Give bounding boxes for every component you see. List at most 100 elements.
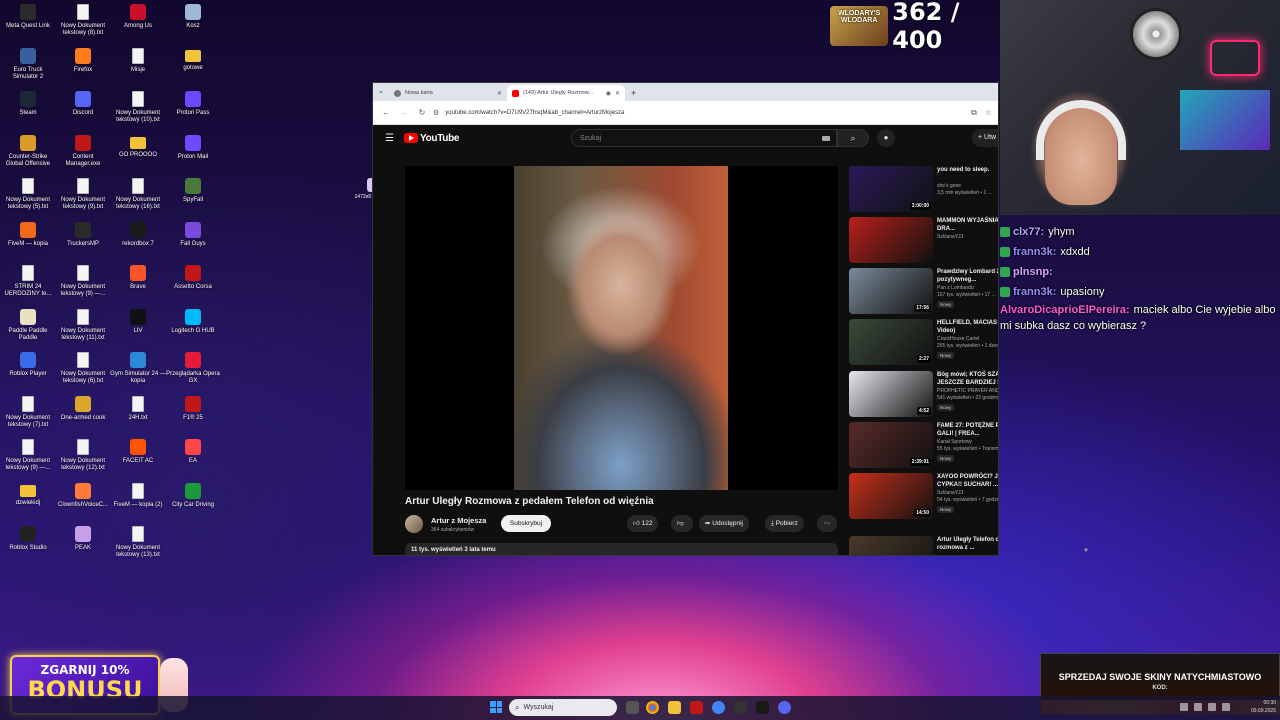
desktop-icon[interactable]: Paddle Paddle Paddle bbox=[0, 308, 56, 342]
desktop-icon[interactable]: Content Manager.exe bbox=[55, 134, 111, 168]
download-button[interactable]: ⤓ Pobierz bbox=[765, 515, 804, 532]
recommended-title[interactable]: Prawdziwy Lombard 285 "Nic pozytywneg... bbox=[937, 269, 998, 284]
video-thumbnail[interactable] bbox=[849, 217, 933, 263]
recommended-channel[interactable]: Kanał Sportowy bbox=[937, 439, 998, 446]
desktop-icon[interactable]: City Car Driving bbox=[165, 482, 221, 509]
subscribe-button[interactable]: Subskrybuj bbox=[501, 515, 551, 532]
close-icon[interactable]: ✕ bbox=[615, 90, 620, 97]
desktop-icon[interactable]: Nowy Dokument tekstowy (8).txt bbox=[55, 4, 111, 37]
recommended-title[interactable]: you need to sleep. bbox=[937, 167, 998, 175]
recommended-video[interactable]: 4:52 Bóg mówi; KTOŚ SZANUJE CIĘ JESZCZE B… bbox=[849, 371, 998, 419]
video-thumbnail[interactable]: 14:50 bbox=[849, 473, 933, 519]
desktop-icon[interactable]: FACEIT AC bbox=[110, 439, 166, 465]
recommended-title[interactable]: HELLFIELD, MACIAS RMX (Official Video) bbox=[937, 320, 998, 335]
desktop-icon[interactable]: Logitech G HUB bbox=[165, 308, 221, 335]
like-button[interactable]: 👍︎ 122 bbox=[627, 515, 659, 532]
recommended-title[interactable]: Bóg mówi; KTOŚ SZANUJE CIĘ JESZCZE BARDZ… bbox=[937, 372, 998, 387]
bookmark-star-icon[interactable]: ☆ bbox=[985, 108, 992, 118]
desktop-icon[interactable]: Nowy Dokument tekstowy (6).txt bbox=[55, 352, 111, 385]
desktop-icon[interactable]: GO PROOOO bbox=[110, 135, 166, 159]
desktop-icon[interactable]: Nowy Dokument tekstowy (5).txt bbox=[0, 178, 56, 211]
obs-icon[interactable] bbox=[756, 701, 769, 714]
recommended-title[interactable]: FAME 27: POTĘŻNE PODSUMOWANIE GALI! | FR… bbox=[937, 423, 998, 438]
url-field[interactable]: youtube.com/watch?v=D7U9V27hsqM&ab_chann… bbox=[445, 110, 624, 116]
video-thumbnail[interactable]: 2:27 bbox=[849, 319, 933, 365]
desktop-icon[interactable]: dzwiekidj bbox=[0, 483, 56, 507]
voice-search-button[interactable]: ● bbox=[877, 129, 895, 147]
recommended-channel[interactable]: PROPHETIC PRAYER AND COUNSELING ... bbox=[937, 388, 998, 395]
desktop-icon[interactable]: Steam bbox=[0, 91, 56, 117]
desktop-icon[interactable]: Kosz bbox=[165, 4, 221, 30]
desktop-icon[interactable]: rekordbox 7 bbox=[110, 221, 166, 248]
desktop-icon[interactable]: Assetto Corsa bbox=[165, 265, 221, 291]
desktop-icon[interactable]: Gym Simulator 24 — kopia bbox=[110, 352, 166, 385]
create-button[interactable]: + Utw bbox=[972, 129, 998, 147]
desktop-icon[interactable]: Firefox bbox=[55, 47, 111, 74]
notification-icon[interactable] bbox=[1222, 703, 1230, 711]
recommended-video[interactable]: MAMMON WYJAŚNIA STREAMERÓW!? DRA...Szkla… bbox=[849, 217, 998, 265]
desktop-icon[interactable]: Nowy Dokument tekstowy (11).txt bbox=[55, 308, 111, 342]
description-box[interactable]: 11 tys. wyświetleń 3 lata temu bbox=[405, 543, 838, 555]
desktop-icon[interactable]: Nowy Dokument tekstowy (9) —... bbox=[0, 439, 56, 472]
video-thumbnail[interactable]: 4:52 bbox=[849, 371, 933, 417]
recommended-video[interactable]: 3:00:00 you need to sleep. she's gone 3,5 m… bbox=[849, 166, 998, 214]
channel-name[interactable]: Artur z Mojesza bbox=[431, 516, 486, 525]
desktop-icon[interactable]: Euro Truck Simulator 2 bbox=[0, 47, 56, 81]
speaker-icon[interactable]: ◉ bbox=[606, 90, 611, 97]
desktop-icon[interactable]: Meta Quest Link bbox=[0, 4, 56, 30]
search-button[interactable]: ⌕ bbox=[837, 129, 869, 147]
tab-youtube[interactable]: (149) Artur Ulegly Rozmow... ◉ ✕ bbox=[507, 85, 625, 101]
recommended-video[interactable]: 2:39:01 FAME 27: POTĘŻNE PODSUMOWANIE GAL… bbox=[849, 422, 998, 470]
video-thumbnail[interactable]: 2:39:01 bbox=[849, 422, 933, 468]
desktop-icon[interactable]: gotowe bbox=[165, 48, 221, 72]
desktop-icon[interactable]: Nowy Dokument tekstowy (16).txt bbox=[110, 178, 166, 211]
volume-icon[interactable] bbox=[1208, 703, 1216, 711]
desktop-icon[interactable]: Nowy Dokument tekstowy (12).txt bbox=[55, 439, 111, 472]
recommended-channel[interactable]: SzklanaY2J bbox=[937, 490, 998, 497]
recommended-channel[interactable]: SzklanaY2J bbox=[937, 234, 998, 241]
recommended-video[interactable]: 2:27 HELLFIELD, MACIAS RMX (Official Vide… bbox=[849, 319, 998, 367]
desktop-icon[interactable]: FiveM — kopia (2) bbox=[110, 482, 166, 509]
taskbar-search[interactable]: ⌕ Wyszukaj bbox=[509, 699, 617, 716]
desktop-icon[interactable]: TruckersMP bbox=[55, 221, 111, 248]
desktop-icon[interactable]: PEAK bbox=[55, 526, 111, 552]
install-app-icon[interactable]: ⧉ bbox=[971, 108, 977, 118]
video-thumbnail[interactable] bbox=[849, 536, 933, 555]
chrome-icon[interactable] bbox=[646, 701, 659, 714]
chrome-profile-icon[interactable] bbox=[712, 701, 725, 714]
menu-icon[interactable]: ☰ bbox=[385, 133, 394, 144]
recommended-title[interactable]: MAMMON WYJAŚNIA STREAMERÓW!? DRA... bbox=[937, 218, 998, 233]
content-manager-icon[interactable] bbox=[690, 701, 703, 714]
recommended-channel[interactable]: CrackHouse Cartel bbox=[937, 336, 998, 343]
desktop-icon[interactable]: SpyFall bbox=[165, 178, 221, 204]
desktop-icon[interactable]: Among Us bbox=[110, 4, 166, 30]
video-thumbnail[interactable]: 3:00:00 bbox=[849, 166, 933, 212]
desktop-icon[interactable]: Fall Guys bbox=[165, 221, 221, 248]
back-arrow-icon[interactable]: ← bbox=[379, 108, 393, 117]
keyboard-icon[interactable] bbox=[822, 135, 830, 141]
recommended-title[interactable]: Artur Uległy Telefon od developera rozmo… bbox=[937, 537, 998, 552]
channel-avatar[interactable] bbox=[405, 515, 423, 533]
desktop-icon[interactable]: 24H.txt bbox=[110, 395, 166, 422]
recommended-title[interactable]: XAYOO POWRÓCI? JAPCZAN I PŁACZ CYPKA!! S… bbox=[937, 474, 998, 489]
desktop-icon[interactable]: FiveM — kopia bbox=[0, 221, 56, 248]
start-button[interactable] bbox=[490, 701, 502, 713]
network-icon[interactable] bbox=[1194, 703, 1202, 711]
desktop-icon[interactable]: Roblox Player bbox=[0, 352, 56, 378]
more-actions-button[interactable]: ⋯ bbox=[817, 515, 837, 532]
task-view-icon[interactable] bbox=[626, 701, 639, 714]
desktop-icon[interactable]: Nowy Dokument tekstowy (10).txt bbox=[110, 91, 166, 124]
desktop-icon[interactable]: Proton Mail bbox=[165, 134, 221, 161]
youtube-logo[interactable]: YouTube bbox=[403, 133, 459, 144]
desktop-icon[interactable]: Counter-Strike Global Offensive bbox=[0, 134, 56, 168]
discord-icon[interactable] bbox=[778, 701, 791, 714]
desktop-icon[interactable]: Proton Pass bbox=[165, 91, 221, 117]
recommended-video[interactable]: 14:50 XAYOO POWRÓCI? JAPCZAN I PŁACZ CYPK… bbox=[849, 473, 998, 521]
app-icon[interactable] bbox=[734, 701, 747, 714]
chevron-up-icon[interactable] bbox=[1180, 703, 1188, 711]
recommended-video[interactable]: 17:56 Prawdziwy Lombard 285 "Nic pozytywn… bbox=[849, 268, 998, 316]
clock[interactable]: 00:30 09.09.2025 bbox=[1240, 699, 1276, 715]
desktop-icon[interactable]: Przeglądarka Opera GX bbox=[165, 352, 221, 385]
desktop-icon[interactable]: Brave bbox=[110, 265, 166, 291]
file-explorer-icon[interactable] bbox=[668, 701, 681, 714]
